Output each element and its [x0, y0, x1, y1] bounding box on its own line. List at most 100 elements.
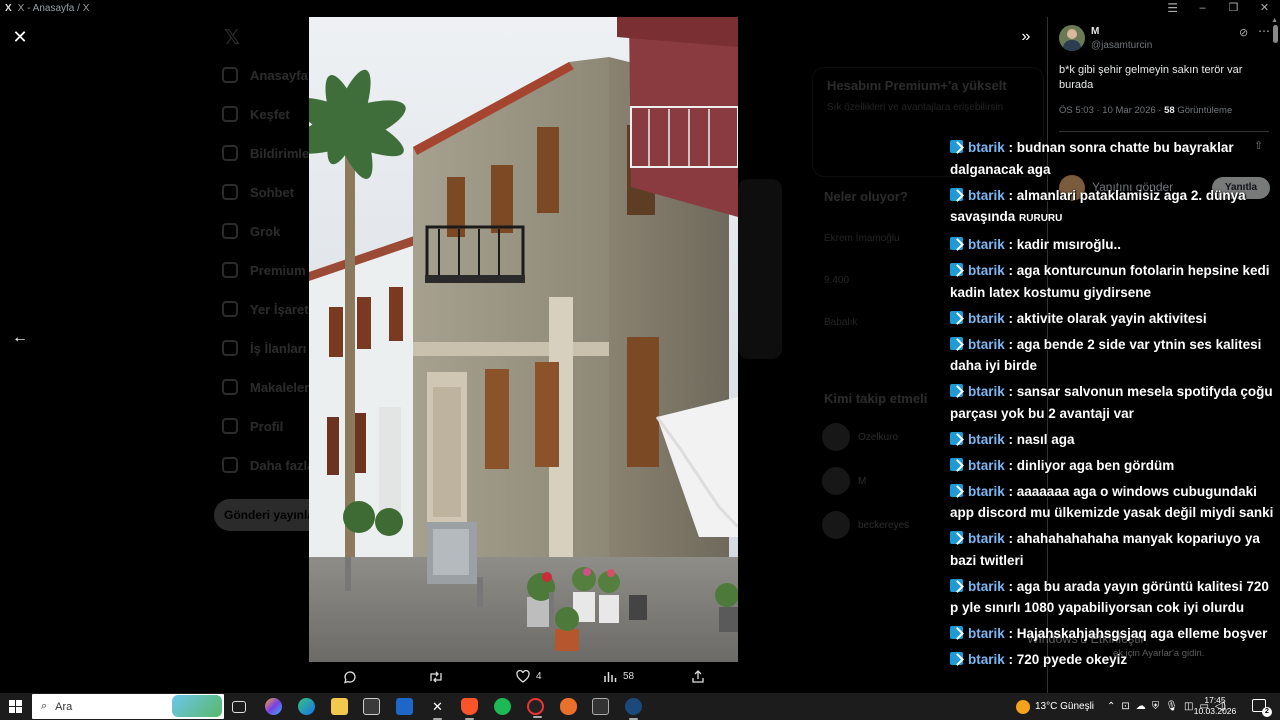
- chat-message: btarik : sansar salvonun mesela spotifyd…: [950, 381, 1280, 424]
- sun-icon: [1016, 699, 1030, 714]
- nav-icon: [222, 457, 238, 473]
- verified-badge-icon: [950, 140, 963, 153]
- spotify-icon[interactable]: [494, 698, 511, 715]
- background-nav-item: Bildirimler: [222, 145, 314, 161]
- trend-item: Ekrem İmamoğlu: [824, 233, 900, 244]
- more-icon[interactable]: ⋯: [1258, 24, 1270, 38]
- background-nav-item: Grok: [222, 223, 280, 239]
- windows-start-icon[interactable]: [9, 700, 22, 713]
- nav-icon: [222, 184, 238, 200]
- scrollbar-thumb[interactable]: [1273, 25, 1278, 43]
- background-nav-item: Premium: [222, 262, 306, 278]
- activation-watermark: Windows'u Etkinleştir: [1027, 632, 1145, 646]
- window-controls: – ❐ ✕: [1187, 0, 1280, 17]
- repost-icon: [430, 671, 442, 683]
- scroll-up-icon[interactable]: ▲: [1271, 17, 1278, 24]
- close-icon[interactable]: ✕: [10, 27, 30, 47]
- chat-message: btarik : aga bu arada yayın görüntü kali…: [950, 576, 1280, 619]
- window-close-icon[interactable]: ✕: [1249, 0, 1280, 17]
- arrow-left-icon[interactable]: ←: [10, 328, 30, 348]
- author-handle[interactable]: @jasamturcin: [1091, 40, 1152, 51]
- clock-time: 17:45: [1204, 695, 1226, 705]
- tweet-action-bar: 4 58: [309, 662, 738, 693]
- views-action[interactable]: 58: [603, 670, 634, 683]
- brave-icon[interactable]: [461, 698, 478, 720]
- reply-action[interactable]: [343, 670, 357, 684]
- chat-message: btarik : aaaaaaa aga o windows cubugunda…: [950, 481, 1280, 524]
- chat-username: btarik: [968, 457, 1005, 473]
- nav-label: Sohbet: [250, 184, 295, 200]
- steam-icon[interactable]: [625, 698, 642, 720]
- shield-icon[interactable]: ⛨: [1152, 701, 1160, 712]
- outlook-icon[interactable]: [396, 698, 413, 715]
- analytics-icon: [604, 672, 617, 682]
- taskbar: ⌕ Ara ✕ 13°C Güneşli ⌃ ⊡ ☁ ⛨ 🎙 ◫ ▭ ◁) 17…: [0, 693, 1280, 720]
- nav-label: Daha fazla: [250, 457, 315, 473]
- chat-username: btarik: [968, 431, 1005, 447]
- nav-label: Premium: [250, 262, 306, 278]
- premium-desc: Sık özellikleri ve avantajlara erişebili…: [827, 102, 1004, 113]
- store-icon[interactable]: [363, 698, 380, 715]
- nav-label: Keşfet: [250, 106, 290, 122]
- x-logo-icon: 𝕏: [224, 27, 241, 49]
- tweet-photo[interactable]: [309, 17, 738, 662]
- taskbar-search[interactable]: ⌕ Ara: [32, 694, 224, 719]
- nav-label: Makaleler: [250, 379, 310, 395]
- follow-title: Kimi takip etmeli: [824, 391, 928, 406]
- verified-badge-icon: [950, 187, 963, 201]
- file-explorer-icon[interactable]: [331, 698, 348, 715]
- copilot-icon[interactable]: [265, 698, 282, 715]
- window-titlebar: X X - Anasayfa / X ☰ – ❐ ✕: [0, 0, 1280, 17]
- author-name[interactable]: M: [1091, 26, 1099, 37]
- microphone-icon[interactable]: [560, 698, 577, 715]
- inkscape-icon[interactable]: [592, 698, 609, 715]
- nav-icon: [222, 379, 238, 395]
- follow-item: beckereyes: [822, 511, 909, 539]
- verified-badge-icon: [950, 336, 963, 350]
- chat-username: btarik: [968, 578, 1005, 594]
- weather-widget[interactable]: 13°C Güneşli: [1016, 693, 1094, 720]
- follow-item: M: [822, 467, 866, 495]
- cloud-icon[interactable]: ☁: [1136, 701, 1146, 712]
- chat-username: btarik: [968, 384, 1005, 399]
- verified-badge-icon: [950, 457, 963, 471]
- stream-chat-overlay: btarik : budnan sonra chatte bu bayrakla…: [950, 137, 1280, 675]
- chat-text: : nasıl aga: [1008, 431, 1075, 447]
- app-logo-icon: X: [5, 3, 12, 14]
- chat-message: btarik : aga bende 2 side var ytnin ses …: [950, 334, 1280, 377]
- chat-text: : dinliyor aga ben gördüm: [1008, 457, 1175, 473]
- nav-label: Anasayfa: [250, 67, 308, 83]
- like-action[interactable]: 4: [516, 670, 542, 683]
- repost-action[interactable]: [428, 670, 444, 684]
- verified-badge-icon: [950, 263, 963, 276]
- menu-icon[interactable]: ☰: [1167, 0, 1178, 17]
- chevron-up-icon[interactable]: ⌃: [1107, 701, 1115, 712]
- window-title: X - Anasayfa / X: [17, 3, 90, 14]
- minimize-icon[interactable]: –: [1187, 0, 1218, 17]
- task-view-icon[interactable]: [232, 701, 246, 713]
- maximize-icon[interactable]: ❐: [1218, 0, 1249, 17]
- edge-icon[interactable]: [298, 698, 315, 715]
- nav-label: Grok: [250, 223, 281, 239]
- grok-icon[interactable]: ⊘: [1239, 26, 1248, 39]
- background-nav-item: İş İlanları: [222, 340, 306, 356]
- background-nav-item: Keşfet: [222, 106, 290, 122]
- network-icon[interactable]: ⊡: [1121, 701, 1129, 712]
- weather-text: 13°C Güneşli: [1035, 701, 1095, 712]
- tweet-text: b*k gibi şehir gelmeyin sakın terör var …: [1059, 64, 1243, 91]
- search-placeholder: Ara: [55, 700, 73, 713]
- chat-emote-text: RURURU: [1019, 213, 1063, 224]
- share-action[interactable]: [691, 670, 705, 684]
- double-chevron-right-icon[interactable]: »: [1014, 27, 1038, 47]
- clock[interactable]: 17:45 10.03.2026: [1193, 695, 1237, 717]
- trends-title: Neler oluyor?: [824, 189, 908, 204]
- chat-text: : aktivite olarak yayin aktivitesi: [1008, 310, 1207, 326]
- chat-message: btarik : nasıl aga: [950, 429, 1280, 451]
- avatar[interactable]: [1059, 25, 1085, 51]
- obs-icon[interactable]: [527, 698, 544, 718]
- x-app-icon[interactable]: ✕: [429, 698, 446, 720]
- chat-username: btarik: [968, 187, 1005, 203]
- background-nav-item: Anasayfa: [222, 67, 308, 83]
- mic-tray-icon[interactable]: 🎙: [1165, 701, 1178, 712]
- clock-date: 10.03.2026: [1193, 706, 1237, 716]
